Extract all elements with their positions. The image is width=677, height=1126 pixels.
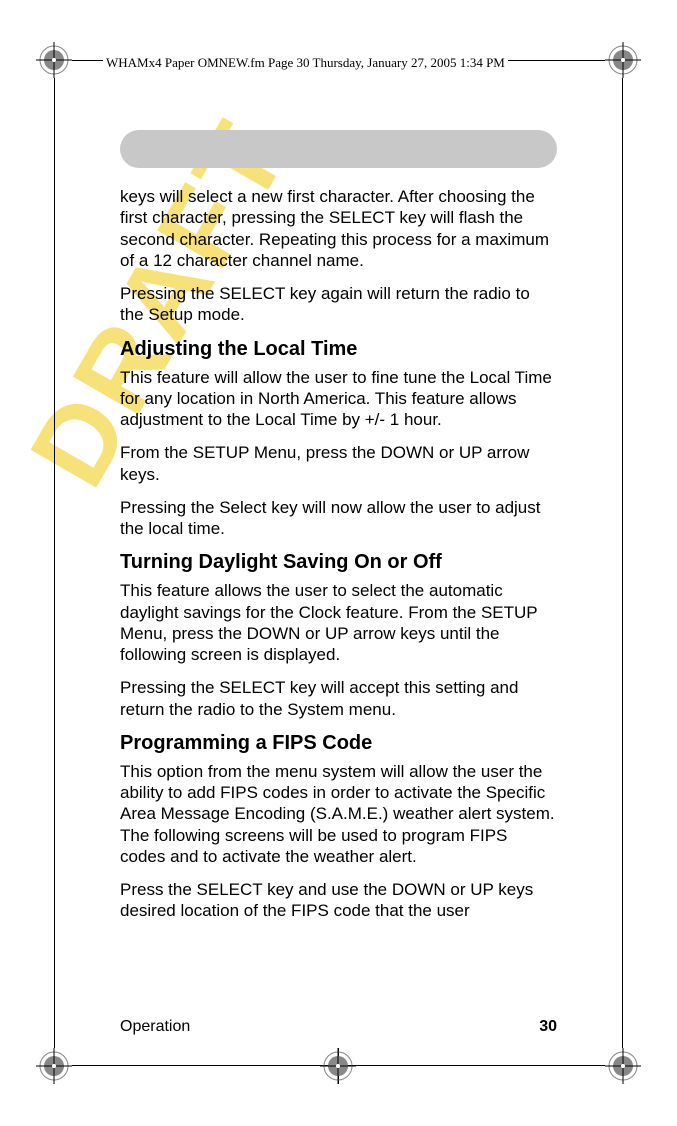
body-paragraph: Press the SELECT key and use the DOWN or… (120, 879, 557, 922)
footer-section-label: Operation (120, 1018, 190, 1036)
registration-mark-icon (36, 42, 72, 78)
page-footer: Operation 30 (120, 1018, 557, 1036)
heading-adjusting-local-time: Adjusting the Local Time (120, 338, 557, 361)
page-number: 30 (539, 1018, 557, 1036)
registration-mark-icon (605, 1048, 641, 1084)
registration-mark-icon (320, 1048, 356, 1084)
page-content: keys will select a new first character. … (120, 130, 557, 1046)
heading-daylight-saving: Turning Daylight Saving On or Off (120, 551, 557, 574)
body-paragraph: This feature allows the user to select t… (120, 580, 557, 665)
heading-fips-code: Programming a FIPS Code (120, 732, 557, 755)
body-paragraph: From the SETUP Menu, press the DOWN or U… (120, 442, 557, 485)
registration-mark-icon (36, 1048, 72, 1084)
registration-mark-icon (605, 42, 641, 78)
crop-line-right (622, 78, 623, 1048)
section-title-bar (120, 130, 557, 168)
body-paragraph: Pressing the Select key will now allow t… (120, 497, 557, 540)
body-paragraph: Pressing the SELECT key again will retur… (120, 283, 557, 326)
crop-line-left (54, 78, 55, 1048)
body-paragraph: This feature will allow the user to fine… (120, 367, 557, 431)
body-paragraph: keys will select a new first character. … (120, 186, 557, 271)
body-paragraph: This option from the menu system will al… (120, 761, 557, 867)
page-header-meta: WHAMx4 Paper OMNEW.fm Page 30 Thursday, … (103, 55, 508, 71)
body-paragraph: Pressing the SELECT key will accept this… (120, 677, 557, 720)
